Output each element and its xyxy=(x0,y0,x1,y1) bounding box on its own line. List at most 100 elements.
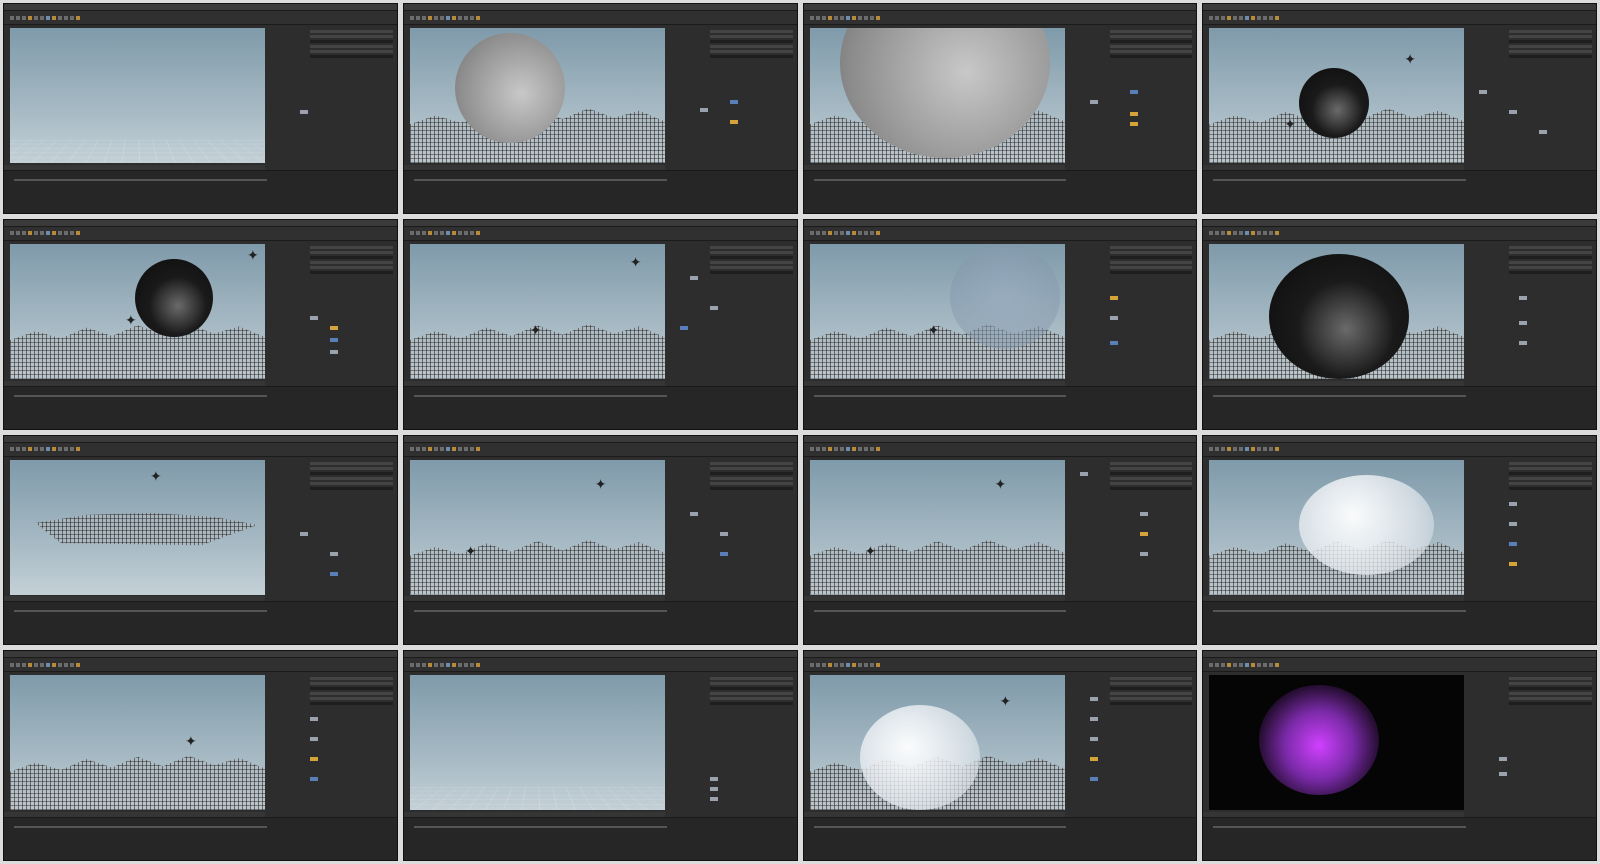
shelf-toolbar[interactable] xyxy=(803,226,1197,241)
node[interactable] xyxy=(699,108,708,112)
scene-viewport[interactable] xyxy=(809,28,1065,163)
shelf-toolbar[interactable] xyxy=(1203,658,1596,673)
scene-viewport[interactable]: ✦ xyxy=(10,675,265,811)
timeline[interactable] xyxy=(403,817,797,860)
menu-bar[interactable] xyxy=(1203,219,1596,227)
node[interactable] xyxy=(1509,561,1518,566)
parameter-panel[interactable] xyxy=(670,460,793,530)
parameter-panel[interactable] xyxy=(1469,28,1592,98)
node[interactable] xyxy=(709,305,718,310)
menu-bar[interactable] xyxy=(4,435,397,443)
parameter-panel[interactable] xyxy=(670,28,793,98)
parameter-panel[interactable] xyxy=(1070,460,1193,530)
render-viewport[interactable] xyxy=(1209,675,1465,811)
scene-viewport[interactable]: ✦ xyxy=(809,243,1065,379)
shelf-toolbar[interactable] xyxy=(4,11,397,25)
menu-bar[interactable] xyxy=(803,219,1197,227)
timeline[interactable] xyxy=(803,169,1197,213)
node[interactable] xyxy=(1129,122,1138,126)
scene-viewport[interactable]: ✦ ✦ xyxy=(409,243,665,379)
menu-bar[interactable] xyxy=(4,4,397,11)
timeline[interactable] xyxy=(1203,385,1596,429)
shelf-toolbar[interactable] xyxy=(4,442,397,457)
menu-bar[interactable] xyxy=(403,4,797,11)
node[interactable] xyxy=(709,777,718,782)
shelf-toolbar[interactable] xyxy=(803,658,1197,673)
node[interactable] xyxy=(679,325,688,330)
timeline[interactable] xyxy=(403,601,797,645)
node[interactable] xyxy=(1139,531,1148,536)
timeline[interactable] xyxy=(803,817,1197,860)
node[interactable] xyxy=(1109,315,1118,320)
scene-viewport[interactable] xyxy=(409,675,665,811)
menu-bar[interactable] xyxy=(4,651,397,659)
scene-viewport[interactable]: ✦ ✦ xyxy=(1209,28,1465,163)
shelf-toolbar[interactable] xyxy=(1203,11,1596,25)
parameter-panel[interactable] xyxy=(1070,675,1193,745)
parameter-panel[interactable] xyxy=(1070,28,1193,98)
node[interactable] xyxy=(729,100,738,104)
node[interactable] xyxy=(1089,757,1098,762)
parameter-panel[interactable] xyxy=(270,244,393,314)
menu-bar[interactable] xyxy=(403,435,797,443)
timeline[interactable] xyxy=(803,385,1197,429)
node[interactable] xyxy=(1109,340,1118,345)
node[interactable] xyxy=(310,777,318,782)
shelf-toolbar[interactable] xyxy=(1203,442,1596,457)
node[interactable] xyxy=(1089,777,1098,782)
scene-viewport[interactable] xyxy=(10,28,265,163)
parameter-panel[interactable] xyxy=(670,675,793,745)
node[interactable] xyxy=(1089,100,1098,104)
menu-bar[interactable] xyxy=(403,219,797,227)
node[interactable] xyxy=(719,531,728,536)
node[interactable] xyxy=(1509,521,1518,526)
node[interactable] xyxy=(1139,511,1148,516)
node[interactable] xyxy=(330,337,338,342)
shelf-toolbar[interactable] xyxy=(4,658,397,673)
node[interactable] xyxy=(719,551,728,556)
timeline[interactable] xyxy=(403,169,797,213)
scene-viewport[interactable]: ✦ xyxy=(809,675,1065,811)
shelf-toolbar[interactable] xyxy=(4,226,397,241)
shelf-toolbar[interactable] xyxy=(1203,226,1596,241)
node[interactable] xyxy=(1499,757,1508,762)
node[interactable] xyxy=(1089,717,1098,722)
timeline[interactable] xyxy=(4,385,397,429)
shelf-toolbar[interactable] xyxy=(403,226,797,241)
node[interactable] xyxy=(310,757,318,762)
node[interactable] xyxy=(689,275,698,280)
scene-viewport[interactable] xyxy=(1209,243,1465,379)
node[interactable] xyxy=(689,511,698,516)
node[interactable] xyxy=(300,110,308,114)
node[interactable] xyxy=(1089,697,1098,702)
node[interactable] xyxy=(1089,737,1098,742)
node[interactable] xyxy=(1079,471,1088,476)
menu-bar[interactable] xyxy=(1203,435,1596,443)
node[interactable] xyxy=(1129,112,1138,116)
menu-bar[interactable] xyxy=(803,435,1197,443)
menu-bar[interactable] xyxy=(4,219,397,227)
node[interactable] xyxy=(1129,90,1138,94)
shelf-toolbar[interactable] xyxy=(803,11,1197,25)
parameter-panel[interactable] xyxy=(1070,244,1193,314)
shelf-toolbar[interactable] xyxy=(403,658,797,673)
shelf-toolbar[interactable] xyxy=(403,442,797,457)
parameter-panel[interactable] xyxy=(270,28,393,98)
node[interactable] xyxy=(1499,772,1508,777)
node[interactable] xyxy=(729,120,738,124)
node[interactable] xyxy=(330,551,338,556)
node[interactable] xyxy=(1509,501,1518,506)
node[interactable] xyxy=(1519,340,1528,345)
node[interactable] xyxy=(1109,295,1118,300)
node[interactable] xyxy=(1509,110,1518,114)
parameter-panel[interactable] xyxy=(670,244,793,314)
node[interactable] xyxy=(330,571,338,576)
menu-bar[interactable] xyxy=(1203,4,1596,11)
parameter-panel[interactable] xyxy=(1469,460,1592,530)
parameter-panel[interactable] xyxy=(1469,244,1592,314)
parameter-panel[interactable] xyxy=(1469,675,1592,745)
timeline[interactable] xyxy=(403,385,797,429)
node[interactable] xyxy=(1539,130,1548,134)
timeline[interactable] xyxy=(4,817,397,860)
scene-viewport[interactable] xyxy=(1209,459,1465,595)
